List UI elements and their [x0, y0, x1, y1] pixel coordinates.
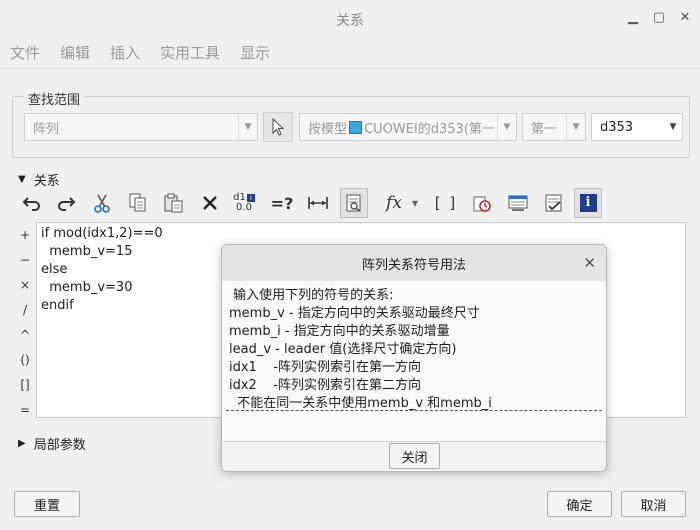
help-line: 输入使用下列的符号的关系:	[229, 288, 394, 303]
help-line: memb_v - 指定方向中的关系驱动最终尺寸	[229, 306, 480, 321]
scope-type-value: 阵列	[33, 121, 60, 137]
stopwatch-icon	[473, 196, 491, 212]
help-line: lead_v - leader 值(选择尺寸确定方向)	[229, 342, 457, 357]
dimension-icon	[308, 197, 328, 209]
info-mini-icon: i	[246, 194, 255, 202]
evaluate-button[interactable]: =?	[268, 188, 296, 218]
menu-utilities[interactable]: 实用工具	[150, 42, 230, 63]
redo-icon	[58, 197, 76, 211]
delete-button[interactable]	[196, 188, 224, 218]
cursor-icon	[272, 118, 285, 136]
local-params-header[interactable]: ▶ 局部参数	[18, 434, 86, 453]
ok-button[interactable]: 确定	[547, 491, 612, 517]
d1-value: 0.0	[236, 202, 252, 213]
dialog-close-button[interactable]: 关闭	[389, 443, 440, 469]
checklist-button[interactable]	[540, 188, 568, 218]
model-select-value: 按模型 CUOWEI的d353(第一	[300, 118, 497, 137]
menu-bar: 文件 编辑 插入 实用工具 显示	[0, 36, 700, 69]
copy-button[interactable]	[124, 188, 152, 218]
dimension-select[interactable]: d353 ▼	[591, 113, 683, 141]
scope-type-select[interactable]: 阵列 ▼	[24, 113, 258, 141]
title-bar: 关系 ▁ ▢ ✕	[0, 0, 700, 36]
relations-toolbar: d1 i 0.0 =? fx ▼ [ ] i	[12, 188, 612, 218]
menu-display[interactable]: 显示	[230, 42, 280, 63]
expand-triangle-icon: ▶	[18, 438, 26, 449]
operator-brackets[interactable]: []	[14, 372, 36, 397]
collapse-triangle-icon: ▼	[18, 174, 26, 185]
chevron-down-icon: ▼	[238, 114, 257, 140]
dialog-body: 输入使用下列的符号的关系: memb_v - 指定方向中的关系驱动最终尺寸 me…	[222, 281, 606, 442]
menu-insert[interactable]: 插入	[100, 42, 150, 63]
operator-divide[interactable]: /	[14, 297, 36, 322]
help-line: memb_i - 指定方向中的关系驱动增量	[229, 324, 450, 339]
operator-equals[interactable]: =	[14, 397, 36, 422]
close-icon[interactable]: ✕	[583, 254, 596, 272]
relations-label: 关系	[33, 174, 60, 189]
show-dimensions-button[interactable]	[504, 188, 532, 218]
paste-button[interactable]	[160, 188, 188, 218]
operator-column: + − × / ^ () [] =	[14, 222, 36, 422]
model-select-prefix: 按模型	[308, 121, 348, 137]
pattern-symbol-help-dialog: 阵列关系符号用法 ✕ 输入使用下列的符号的关系: memb_v - 指定方向中的…	[221, 244, 607, 472]
part-cube-icon	[349, 120, 363, 134]
dimension-button[interactable]	[304, 188, 332, 218]
checklist-icon	[545, 194, 562, 212]
chevron-down-icon: ▼	[566, 114, 585, 140]
minimize-icon[interactable]: ▁	[626, 8, 640, 26]
delete-x-icon	[203, 196, 217, 210]
cancel-button[interactable]: 取消	[621, 491, 686, 517]
separator	[226, 410, 602, 411]
monitor-table-icon	[508, 195, 528, 211]
search-scope-label: 查找范围	[24, 89, 85, 108]
close-window-icon[interactable]: ✕	[678, 8, 692, 26]
operator-minus[interactable]: −	[14, 247, 36, 272]
paste-icon	[164, 193, 183, 213]
help-line: 不能在同一关系中使用memb_v 和memb_i	[229, 396, 492, 411]
maximize-icon[interactable]: ▢	[652, 8, 666, 26]
undo-icon	[22, 197, 40, 211]
model-select[interactable]: 按模型 CUOWEI的d353(第一 ▼	[299, 113, 517, 141]
help-line: idx2 -阵列实例索引在第二方向	[229, 378, 422, 393]
scissors-icon	[94, 194, 110, 213]
switch-dimensions-button[interactable]: d1 i 0.0	[230, 188, 258, 218]
document-search-icon	[346, 194, 361, 212]
redo-button[interactable]	[52, 188, 80, 218]
direction-select[interactable]: 第一 ▼	[522, 113, 586, 141]
menu-file[interactable]: 文件	[0, 42, 50, 63]
dimension-select-value: d353	[600, 119, 634, 135]
chevron-down-icon: ▼	[497, 114, 516, 140]
operator-parentheses[interactable]: ()	[14, 347, 36, 372]
info-button[interactable]: i	[574, 188, 602, 218]
function-dropdown[interactable]: ▼	[408, 188, 422, 218]
relations-code[interactable]: if mod(idx1,2)==0 memb_v=15 else memb_v=…	[41, 225, 163, 315]
function-button[interactable]: fx	[380, 188, 408, 218]
operator-multiply[interactable]: ×	[14, 272, 36, 297]
model-select-name: CUOWEI的d353(第一	[364, 121, 495, 137]
sort-relations-button[interactable]	[340, 188, 368, 218]
operator-power[interactable]: ^	[14, 322, 36, 347]
verify-relations-button[interactable]	[468, 188, 496, 218]
relations-header[interactable]: ▼ 关系	[18, 170, 60, 189]
operator-plus[interactable]: +	[14, 222, 36, 247]
select-pointer-button[interactable]	[263, 112, 293, 142]
local-params-label: 局部参数	[33, 438, 86, 453]
direction-select-value: 第一	[531, 121, 558, 137]
info-icon: i	[579, 194, 597, 212]
reset-button[interactable]: 重置	[14, 491, 80, 517]
window-title: 关系	[336, 13, 364, 29]
copy-icon	[129, 193, 146, 212]
menu-edit[interactable]: 编辑	[50, 42, 100, 63]
brackets-button[interactable]: [ ]	[432, 188, 460, 218]
undo-button[interactable]	[18, 188, 46, 218]
dialog-title: 阵列关系符号用法	[222, 245, 606, 281]
cut-button[interactable]	[88, 188, 116, 218]
chevron-down-icon: ▼	[669, 122, 677, 132]
help-line: idx1 -阵列实例索引在第一方向	[229, 360, 422, 375]
